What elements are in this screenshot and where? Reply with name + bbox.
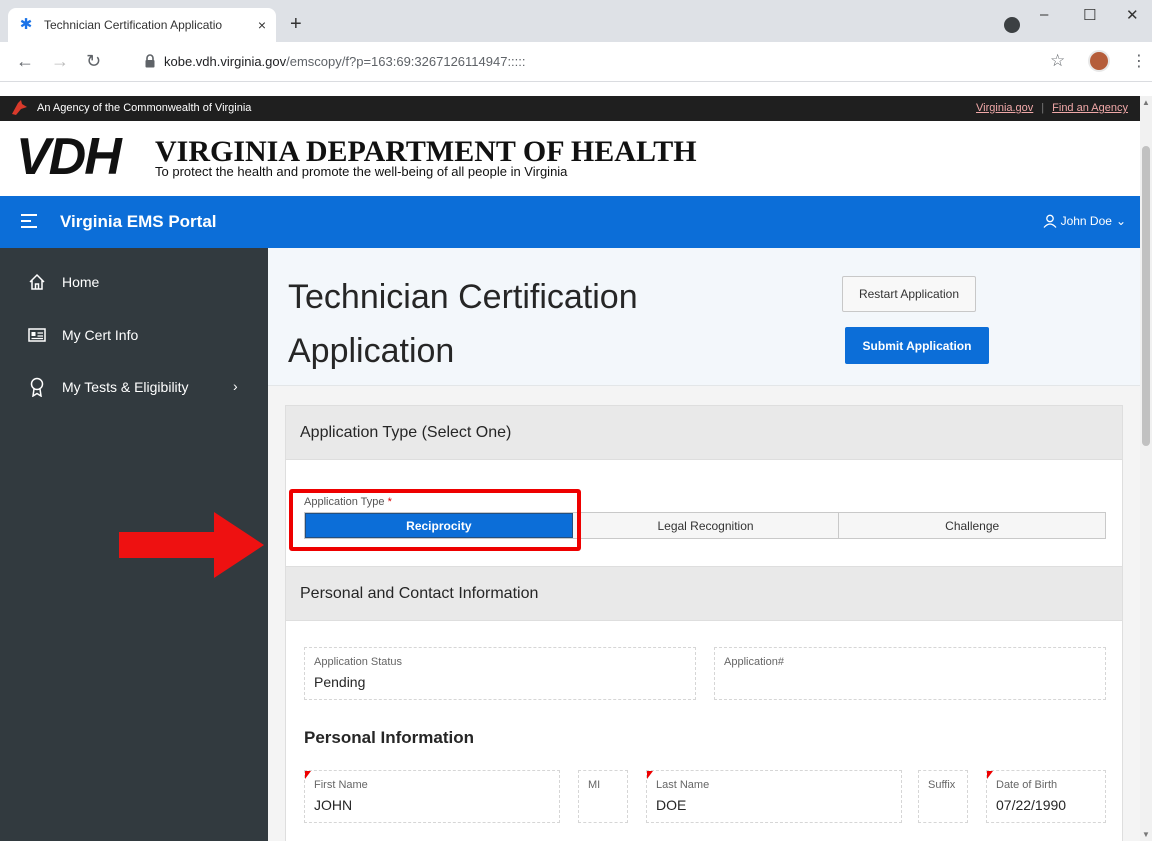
chevron-down-icon: ⌄ [1115, 214, 1126, 228]
date-of-birth-field[interactable]: Date of Birth 07/22/1990 [986, 770, 1106, 823]
portal-title[interactable]: Virginia EMS Portal [60, 212, 217, 232]
sidebar-item-my-cert-info[interactable]: My Cert Info [0, 320, 268, 350]
link-separator: | [1041, 102, 1045, 114]
last-name-field[interactable]: Last Name DOE [646, 770, 902, 823]
virginia-gov-link[interactable]: Virginia.gov [976, 102, 1033, 114]
first-name-field[interactable]: First Name JOHN [304, 770, 560, 823]
vdh-logo[interactable]: VDH [16, 127, 122, 187]
required-corner-marker [305, 771, 311, 779]
back-arrow-icon[interactable]: ← [16, 52, 34, 70]
maximize-button[interactable]: ☐ [1083, 6, 1096, 24]
record-icon[interactable] [1004, 17, 1020, 33]
middle-initial-field[interactable]: MI [578, 770, 628, 823]
field-value: DOE [656, 797, 687, 813]
minimize-button[interactable]: – [1040, 6, 1048, 23]
page-hero: Technician Certification Application Res… [268, 248, 1140, 386]
personal-contact-region: Personal and Contact Information Applica… [285, 566, 1123, 841]
scroll-up-icon[interactable]: ▲ [1142, 98, 1150, 107]
menu-toggle-icon[interactable] [21, 214, 37, 228]
user-name: John Doe [1060, 214, 1112, 228]
app-navbar: Virginia EMS Portal John Doe ⌄ [0, 196, 1140, 248]
region-header: Personal and Contact Information [286, 567, 1122, 621]
agency-bar: An Agency of the Commonwealth of Virgini… [0, 96, 1140, 121]
url-field[interactable]: kobe.vdh.virginia.gov/emscopy/f?p=163:69… [164, 54, 526, 69]
url-host: kobe.vdh.virginia.gov [164, 54, 287, 69]
scroll-down-icon[interactable]: ▼ [1142, 830, 1150, 839]
option-legal-recognition[interactable]: Legal Recognition [573, 513, 840, 538]
annotation-highlight-box [289, 489, 581, 551]
browser-tab[interactable]: ✱ Technician Certification Applicatio × [8, 8, 276, 42]
reload-icon[interactable]: ↻ [86, 52, 101, 70]
field-label: MI [588, 779, 601, 791]
required-corner-marker [987, 771, 993, 779]
new-tab-button[interactable]: + [290, 14, 302, 34]
field-value: Pending [314, 674, 366, 690]
find-agency-link[interactable]: Find an Agency [1052, 102, 1128, 114]
region-header: Application Type (Select One) [286, 406, 1122, 460]
chevron-right-icon[interactable]: › [233, 378, 238, 394]
url-path: /emscopy/f?p=163:69:3267126114947::::: [286, 54, 526, 69]
field-label: Application# [724, 656, 784, 668]
cardinal-logo-icon [12, 100, 27, 115]
user-menu[interactable]: John Doe ⌄ [1043, 214, 1126, 228]
id-card-icon [26, 324, 48, 346]
annotation-arrow-icon [119, 512, 264, 578]
sidebar-item-label: Home [62, 274, 100, 290]
address-bar: ← → ↻ kobe.vdh.virginia.gov/emscopy/f?p=… [0, 42, 1152, 82]
page-scrollbar[interactable]: ▲ ▼ [1140, 96, 1152, 841]
field-label: First Name [314, 779, 368, 791]
application-number-field: Application# [714, 647, 1106, 700]
field-value: 07/22/1990 [996, 797, 1067, 813]
agency-text: An Agency of the Commonwealth of Virgini… [37, 102, 252, 114]
field-label: Last Name [656, 779, 710, 791]
user-icon [1043, 214, 1057, 228]
browser-menu-icon[interactable]: ⋮ [1131, 51, 1147, 71]
star-of-life-icon: ✱ [19, 16, 33, 33]
region-title: Application Type (Select One) [300, 424, 512, 441]
application-status-field: Application Status Pending [304, 647, 696, 700]
sidebar-item-label: My Tests & Eligibility [62, 379, 189, 395]
suffix-field[interactable]: Suffix [918, 770, 968, 823]
sidebar-item-home[interactable]: Home [0, 267, 268, 297]
browser-tab-bar: ✱ Technician Certification Applicatio × … [0, 0, 1152, 42]
department-tagline: To protect the health and promote the we… [155, 164, 568, 179]
option-challenge[interactable]: Challenge [839, 513, 1105, 538]
restart-application-button[interactable]: Restart Application [842, 276, 976, 312]
close-window-button[interactable]: ✕ [1126, 6, 1139, 24]
profile-avatar[interactable] [1088, 50, 1110, 72]
bookmark-star-icon[interactable]: ☆ [1050, 51, 1065, 71]
field-label: Date of Birth [996, 779, 1058, 791]
agency-links: Virginia.gov | Find an Agency [976, 102, 1128, 114]
scroll-thumb[interactable] [1142, 146, 1150, 446]
vdh-header: VDH VIRGINIA DEPARTMENT OF HEALTH To pro… [0, 121, 1140, 195]
sidebar-item-label: My Cert Info [62, 327, 139, 343]
tab-close-icon[interactable]: × [258, 17, 266, 33]
tab-title: Technician Certification Applicatio [44, 18, 223, 32]
field-value: JOHN [314, 797, 353, 813]
award-ribbon-icon [26, 376, 48, 398]
forward-arrow-icon[interactable]: → [51, 52, 69, 70]
required-corner-marker [647, 771, 653, 779]
personal-information-heading: Personal Information [304, 728, 475, 747]
home-icon [26, 271, 48, 293]
page-title: Technician Certification Application [288, 278, 638, 370]
sidebar-item-my-tests[interactable]: My Tests & Eligibility › [0, 372, 268, 402]
lock-icon [145, 54, 155, 68]
field-label: Suffix [928, 779, 956, 791]
submit-application-button[interactable]: Submit Application [845, 327, 989, 364]
region-title: Personal and Contact Information [300, 585, 539, 602]
field-label: Application Status [314, 656, 403, 668]
